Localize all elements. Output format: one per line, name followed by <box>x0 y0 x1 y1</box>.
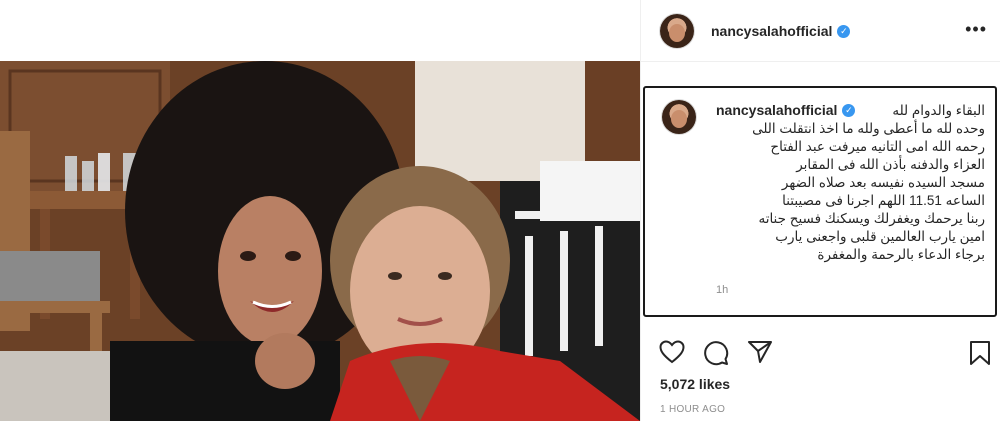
username-text: nancysalahofficial <box>711 23 833 39</box>
post-photo[interactable] <box>0 61 640 421</box>
caption-line: وحده لله ما أعطى ولله ما اخذ انتقلت اللى <box>752 121 985 136</box>
username-link[interactable]: nancysalahofficial ✓ <box>711 23 851 39</box>
post-side-panel: nancysalahofficial ✓ ••• البقاء والدوام … <box>640 0 1000 421</box>
heart-icon[interactable] <box>659 340 685 369</box>
likes-count[interactable]: 5,072 likes <box>660 376 730 392</box>
caption-line: مسجد السيده نفيسه بعد صلاه الضهر <box>781 175 985 190</box>
action-bar <box>641 332 1000 372</box>
caption-comment: البقاء والدوام لله وحده لله ما أعطى ولله… <box>643 86 997 317</box>
post-timestamp[interactable]: 1 HOUR AGO <box>660 404 725 415</box>
caption-line: العزاء والدفنه بأذن الله فى المقابر <box>796 157 985 172</box>
share-icon[interactable] <box>747 340 773 369</box>
caption-verified-badge-icon: ✓ <box>842 103 856 117</box>
comment-icon[interactable] <box>703 340 729 371</box>
caption-line: الساعه 11.51 اللهم اجرنا فى مصيبتنا <box>782 193 985 208</box>
verified-badge-icon: ✓ <box>837 24 851 38</box>
caption-line-text: البقاء والدوام لله <box>892 103 985 118</box>
avatar[interactable] <box>660 14 694 48</box>
photo-illustration <box>0 61 640 421</box>
bookmark-icon[interactable] <box>969 340 991 371</box>
caption-line: رحمه الله امى التانيه ميرفت عبد الفتاح <box>770 139 985 154</box>
more-options-icon[interactable]: ••• <box>965 20 987 38</box>
caption-text: البقاء والدوام لله وحده لله ما أعطى ولله… <box>715 102 985 264</box>
post-header: nancysalahofficial ✓ ••• <box>641 0 1000 62</box>
caption-line: امين يارب العالمين قلبى واجعنى يارب <box>775 229 985 244</box>
caption-line: برجاء الدعاء بالرحمة والمغفرة <box>817 247 985 262</box>
caption-avatar[interactable] <box>662 100 696 134</box>
caption-line: ربنا يرحمك ويغفرلك ويسكنك فسيح جناته <box>758 211 985 226</box>
caption-timestamp[interactable]: 1h <box>716 284 728 296</box>
caption-username-text: nancysalahofficial <box>716 102 838 118</box>
top-blank-area <box>0 0 640 61</box>
caption-username-link[interactable]: nancysalahofficial ✓ <box>716 102 856 118</box>
